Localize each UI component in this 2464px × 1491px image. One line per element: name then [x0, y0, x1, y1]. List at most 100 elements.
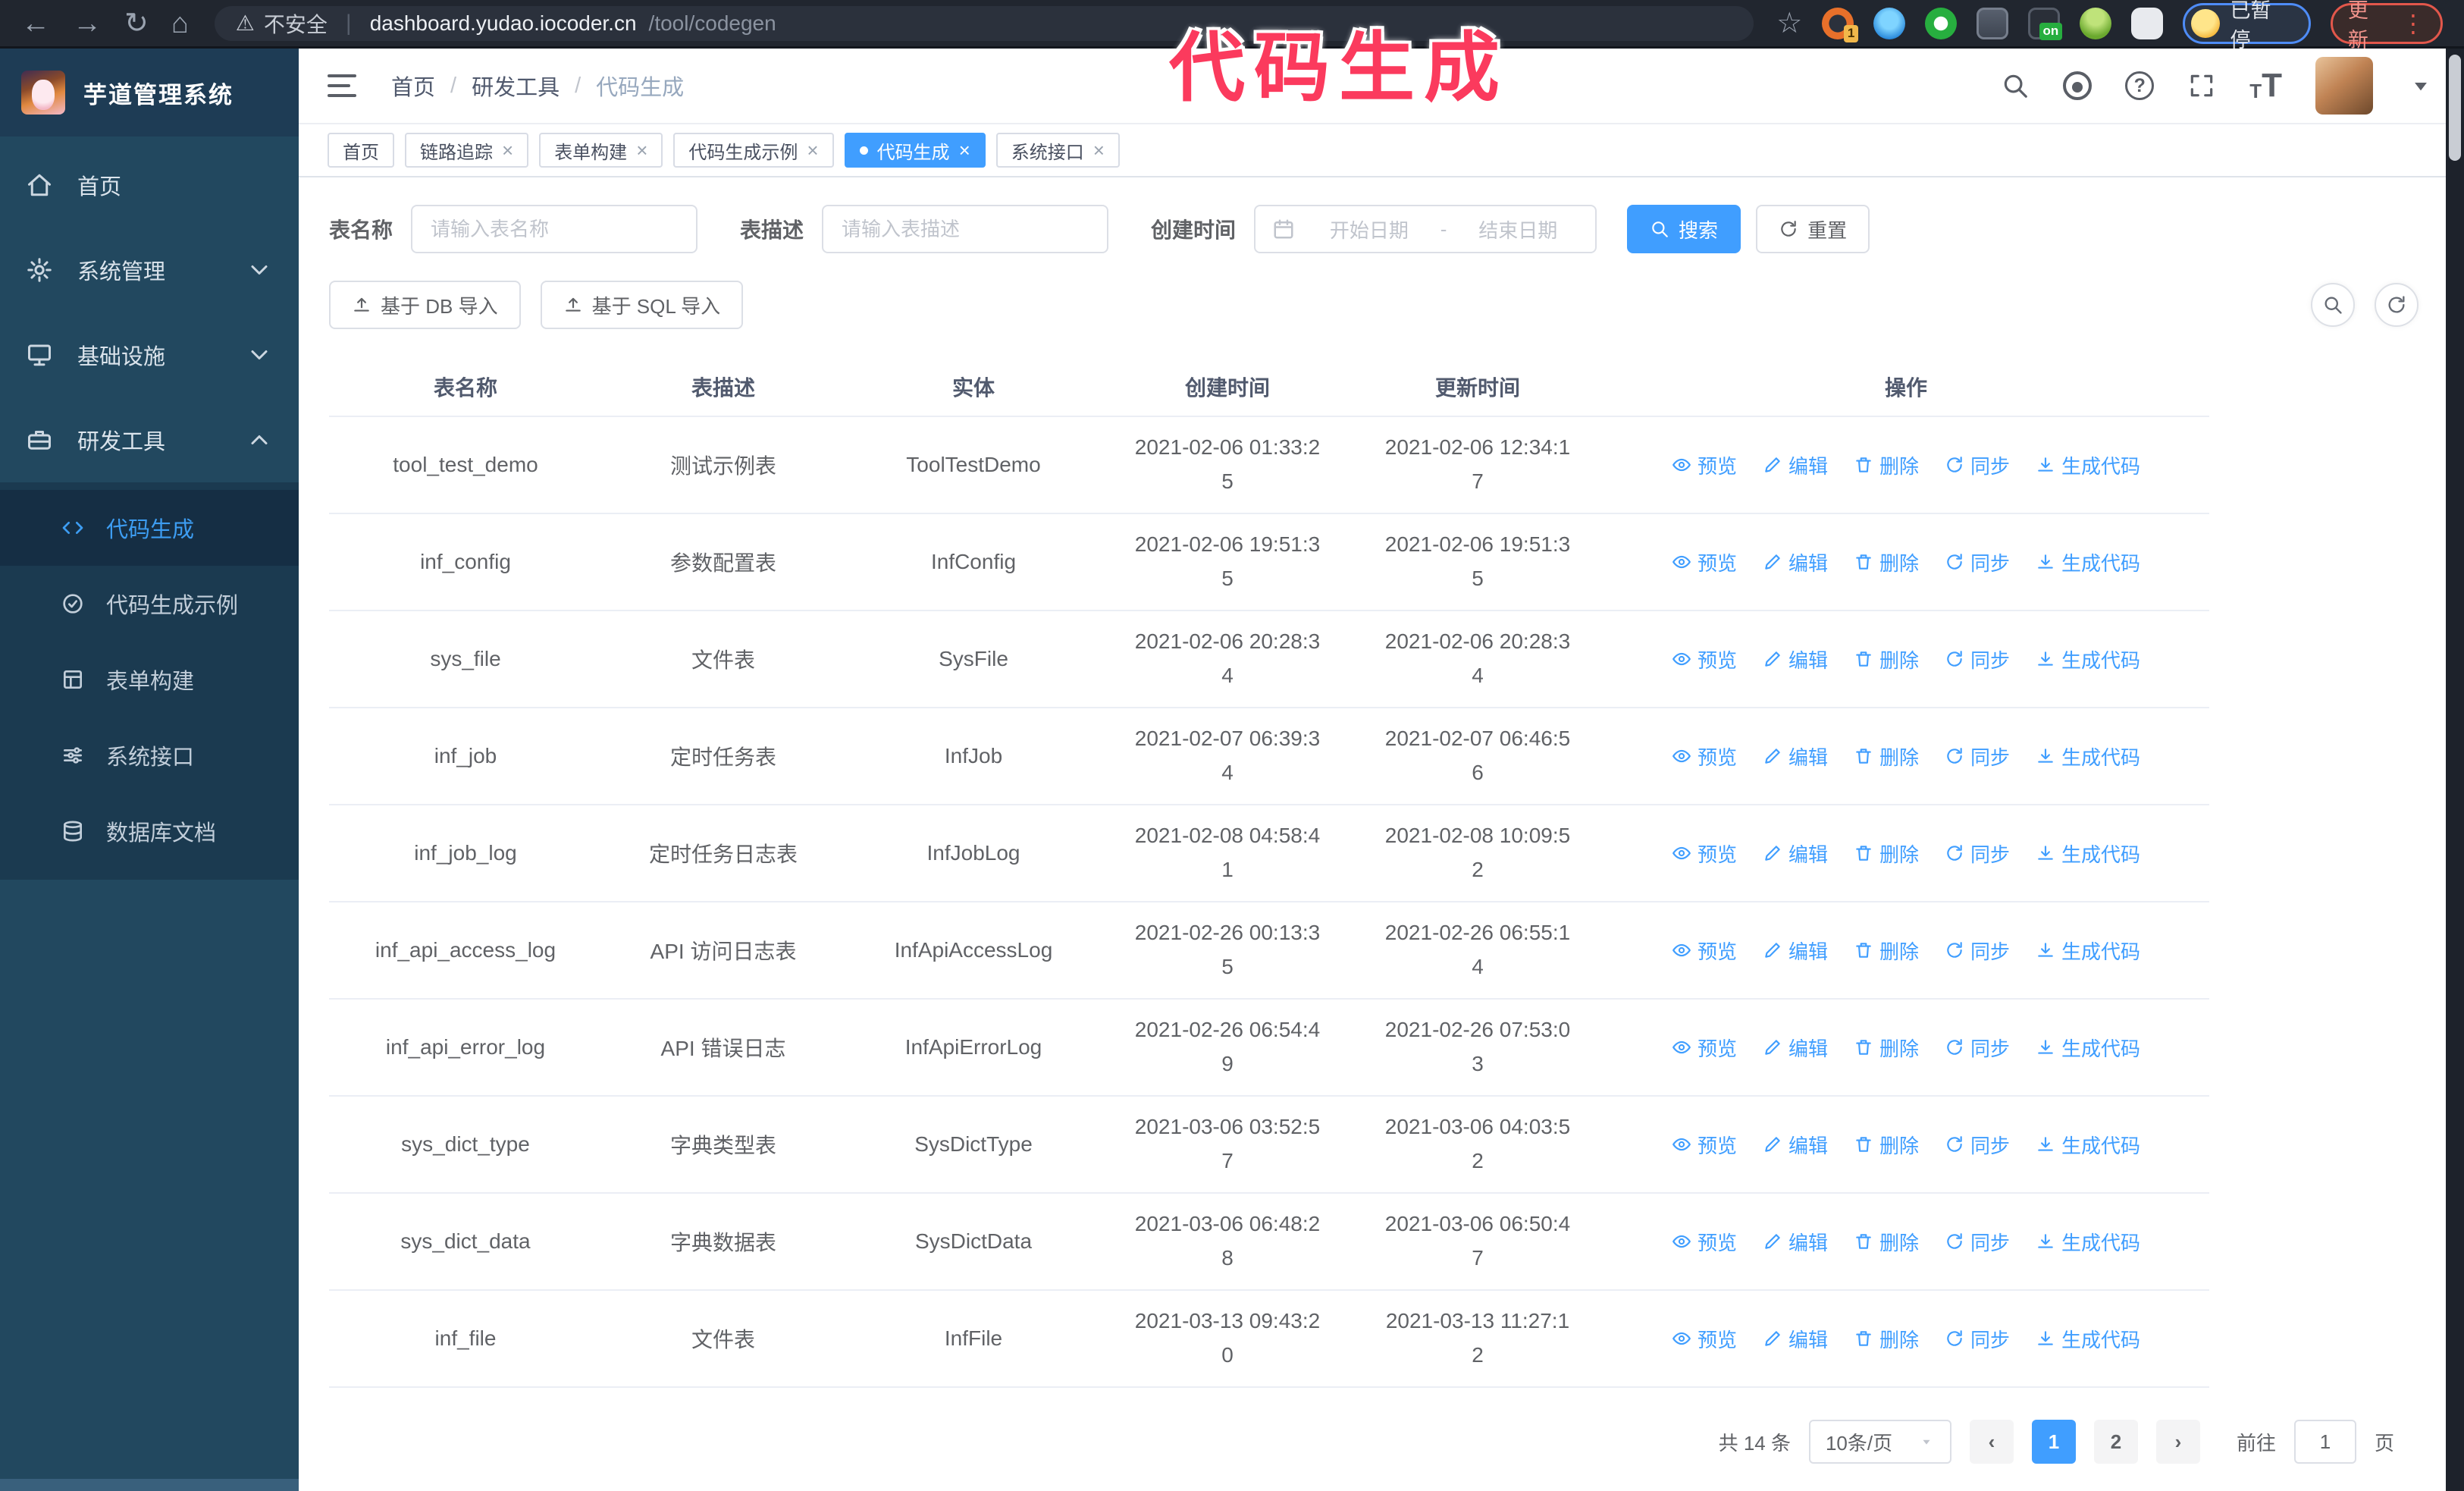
address-bar[interactable]: ⚠ 不安全 | dashboard.yudao.iocoder.cn /tool…: [214, 5, 1754, 41]
delete-link[interactable]: 删除: [1854, 645, 1919, 673]
user-avatar[interactable]: [2315, 57, 2373, 115]
browser-forward-icon[interactable]: →: [73, 9, 102, 38]
sidebar-collapse-bar[interactable]: [0, 1479, 299, 1491]
reset-button[interactable]: 重置: [1756, 205, 1870, 253]
goto-page-input[interactable]: [2293, 1420, 2356, 1464]
close-icon[interactable]: ×: [636, 140, 647, 160]
page-button-2[interactable]: 2: [2093, 1420, 2138, 1464]
generate-code-link[interactable]: 生成代码: [2036, 937, 2140, 965]
sidebar-item-system-api[interactable]: 系统接口: [0, 717, 299, 793]
generate-code-link[interactable]: 生成代码: [2036, 451, 2140, 479]
extension-icon-4[interactable]: [1977, 7, 2009, 39]
security-warning[interactable]: ⚠ 不安全: [236, 8, 328, 39]
edit-link[interactable]: 编辑: [1763, 645, 1828, 673]
tab-trace[interactable]: 链路追踪 ×: [405, 133, 529, 168]
sync-link[interactable]: 同步: [1945, 840, 2010, 868]
page-scrollbar[interactable]: [2446, 49, 2464, 1491]
sync-link[interactable]: 同步: [1945, 742, 2010, 771]
delete-link[interactable]: 删除: [1854, 451, 1919, 479]
app-logo-row[interactable]: 芋道管理系统: [0, 49, 299, 137]
sidebar-item-home[interactable]: 首页: [0, 143, 299, 228]
sidebar-item-code-generation-example[interactable]: 代码生成示例: [0, 566, 299, 642]
page-size-select[interactable]: 10条/页: [1808, 1420, 1951, 1464]
edit-link[interactable]: 编辑: [1763, 840, 1828, 868]
edit-link[interactable]: 编辑: [1763, 1325, 1828, 1353]
page-button-1[interactable]: 1: [2031, 1420, 2076, 1464]
github-icon[interactable]: [2063, 71, 2093, 100]
delete-link[interactable]: 删除: [1854, 548, 1919, 576]
preview-link[interactable]: 预览: [1672, 1228, 1737, 1256]
extension-icon-5[interactable]: on: [2028, 7, 2063, 40]
prev-page-button[interactable]: ‹: [1969, 1420, 2014, 1464]
bookmark-star-icon[interactable]: ☆: [1776, 9, 1802, 38]
close-icon[interactable]: ×: [1093, 140, 1105, 160]
extension-icon-6[interactable]: [2080, 7, 2112, 39]
breadcrumb-home[interactable]: 首页: [391, 70, 435, 102]
sync-link[interactable]: 同步: [1945, 548, 2010, 576]
tab-system-api[interactable]: 系统接口 ×: [995, 133, 1120, 168]
font-size-icon[interactable]: TT: [2249, 69, 2282, 102]
next-page-button[interactable]: ›: [2155, 1420, 2200, 1464]
refresh-table-button[interactable]: [2375, 283, 2419, 327]
edit-link[interactable]: 编辑: [1763, 742, 1828, 771]
import-sql-button[interactable]: 基于 SQL 导入: [540, 281, 744, 329]
date-range-picker[interactable]: 开始日期 - 结束日期: [1254, 205, 1597, 253]
delete-link[interactable]: 删除: [1854, 1325, 1919, 1353]
edit-link[interactable]: 编辑: [1763, 451, 1828, 479]
start-date-placeholder[interactable]: 开始日期: [1309, 215, 1430, 243]
sidebar-item-infrastructure[interactable]: 基础设施: [0, 312, 299, 397]
table-name-input[interactable]: [411, 205, 698, 253]
edit-link[interactable]: 编辑: [1763, 937, 1828, 965]
end-date-placeholder[interactable]: 结束日期: [1457, 215, 1578, 243]
help-icon[interactable]: ?: [2125, 71, 2155, 100]
tab-home[interactable]: 首页: [328, 133, 394, 168]
toggle-search-button[interactable]: [2311, 283, 2355, 327]
sidebar-item-database-docs[interactable]: 数据库文档: [0, 793, 299, 869]
browser-profile-chip[interactable]: 已暂停: [2183, 0, 2311, 52]
sync-link[interactable]: 同步: [1945, 1131, 2010, 1159]
browser-reload-icon[interactable]: ↻: [124, 9, 149, 38]
delete-link[interactable]: 删除: [1854, 1131, 1919, 1159]
edit-link[interactable]: 编辑: [1763, 1131, 1828, 1159]
generate-code-link[interactable]: 生成代码: [2036, 1131, 2140, 1159]
sync-link[interactable]: 同步: [1945, 645, 2010, 673]
preview-link[interactable]: 预览: [1672, 548, 1737, 576]
generate-code-link[interactable]: 生成代码: [2036, 1228, 2140, 1256]
extensions-puzzle-icon[interactable]: [2131, 7, 2164, 39]
sync-link[interactable]: 同步: [1945, 937, 2010, 965]
close-icon[interactable]: ×: [807, 140, 818, 160]
preview-link[interactable]: 预览: [1672, 451, 1737, 479]
edit-link[interactable]: 编辑: [1763, 548, 1828, 576]
delete-link[interactable]: 删除: [1854, 742, 1919, 771]
extension-icon-3[interactable]: [1925, 7, 1958, 39]
scrollbar-thumb[interactable]: [2449, 55, 2461, 161]
sidebar-item-form-builder[interactable]: 表单构建: [0, 642, 299, 717]
sync-link[interactable]: 同步: [1945, 1228, 2010, 1256]
tab-code-generation[interactable]: 代码生成 ×: [844, 133, 986, 168]
preview-link[interactable]: 预览: [1672, 840, 1737, 868]
delete-link[interactable]: 删除: [1854, 1034, 1919, 1062]
table-desc-input[interactable]: [822, 205, 1109, 253]
preview-link[interactable]: 预览: [1672, 1131, 1737, 1159]
edit-link[interactable]: 编辑: [1763, 1228, 1828, 1256]
breadcrumb-dev-tools[interactable]: 研发工具: [472, 70, 560, 102]
sync-link[interactable]: 同步: [1945, 1034, 2010, 1062]
sidebar-item-system-management[interactable]: 系统管理: [0, 228, 299, 312]
generate-code-link[interactable]: 生成代码: [2036, 645, 2140, 673]
sidebar-item-code-generation[interactable]: 代码生成: [0, 490, 299, 566]
search-button[interactable]: 搜索: [1627, 205, 1741, 253]
generate-code-link[interactable]: 生成代码: [2036, 742, 2140, 771]
preview-link[interactable]: 预览: [1672, 1034, 1737, 1062]
delete-link[interactable]: 删除: [1854, 1228, 1919, 1256]
close-icon[interactable]: ×: [502, 140, 513, 160]
search-icon[interactable]: [2001, 71, 2030, 100]
delete-link[interactable]: 删除: [1854, 937, 1919, 965]
browser-update-button[interactable]: 更新 ⋮: [2330, 0, 2443, 52]
edit-link[interactable]: 编辑: [1763, 1034, 1828, 1062]
sync-link[interactable]: 同步: [1945, 451, 2010, 479]
tab-codegen-example[interactable]: 代码生成示例 ×: [673, 133, 834, 168]
generate-code-link[interactable]: 生成代码: [2036, 1034, 2140, 1062]
browser-home-icon[interactable]: ⌂: [171, 9, 189, 38]
extension-icon-2[interactable]: [1873, 7, 1906, 39]
generate-code-link[interactable]: 生成代码: [2036, 548, 2140, 576]
